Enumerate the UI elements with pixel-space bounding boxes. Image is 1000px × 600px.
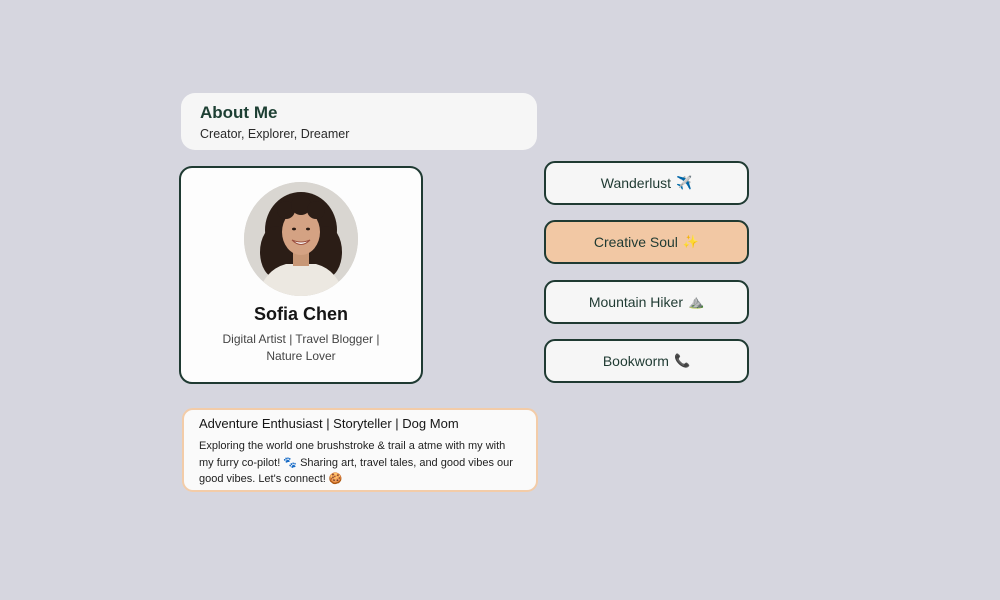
tag-bookworm[interactable]: Bookworm 📞 — [544, 339, 749, 383]
mountain-icon: ⛰️ — [687, 294, 705, 309]
bio-card: Adventure Enthusiast | Storyteller | Dog… — [182, 408, 538, 492]
profile-description: Digital Artist | Travel Blogger | Nature… — [222, 332, 380, 363]
sparkles-icon: ✨ — [682, 234, 700, 249]
about-title: About Me — [200, 103, 278, 122]
tag-creative-soul[interactable]: Creative Soul ✨ — [544, 220, 749, 264]
airplane-icon: ✈️ — [676, 175, 693, 190]
profile-card: Sofia Chen Digital Artist | Travel Blogg… — [179, 166, 423, 384]
tag-label: Creative Soul — [593, 234, 678, 250]
tag-label: Bookworm — [602, 353, 669, 369]
about-subtitle: Creator, Explorer, Dreamer — [200, 127, 350, 141]
tag-label: Mountain Hiker — [588, 294, 683, 310]
profile-name: Sofia Chen — [253, 304, 348, 324]
bio-text: Exploring the world one brushstroke & tr… — [199, 440, 513, 485]
about-me-card: About Me Creator, Explorer, Dreamer — [181, 93, 537, 150]
avatar — [244, 182, 358, 296]
tag-label: Wanderlust — [600, 175, 672, 191]
tag-mountain-hiker[interactable]: Mountain Hiker ⛰️ — [544, 280, 749, 324]
bio-headline: Adventure Enthusiast | Storyteller | Dog… — [199, 416, 459, 431]
phone-icon: 📞 — [673, 353, 691, 368]
avatar-photo — [244, 182, 358, 296]
tag-wanderlust[interactable]: Wanderlust ✈️ — [544, 161, 749, 205]
